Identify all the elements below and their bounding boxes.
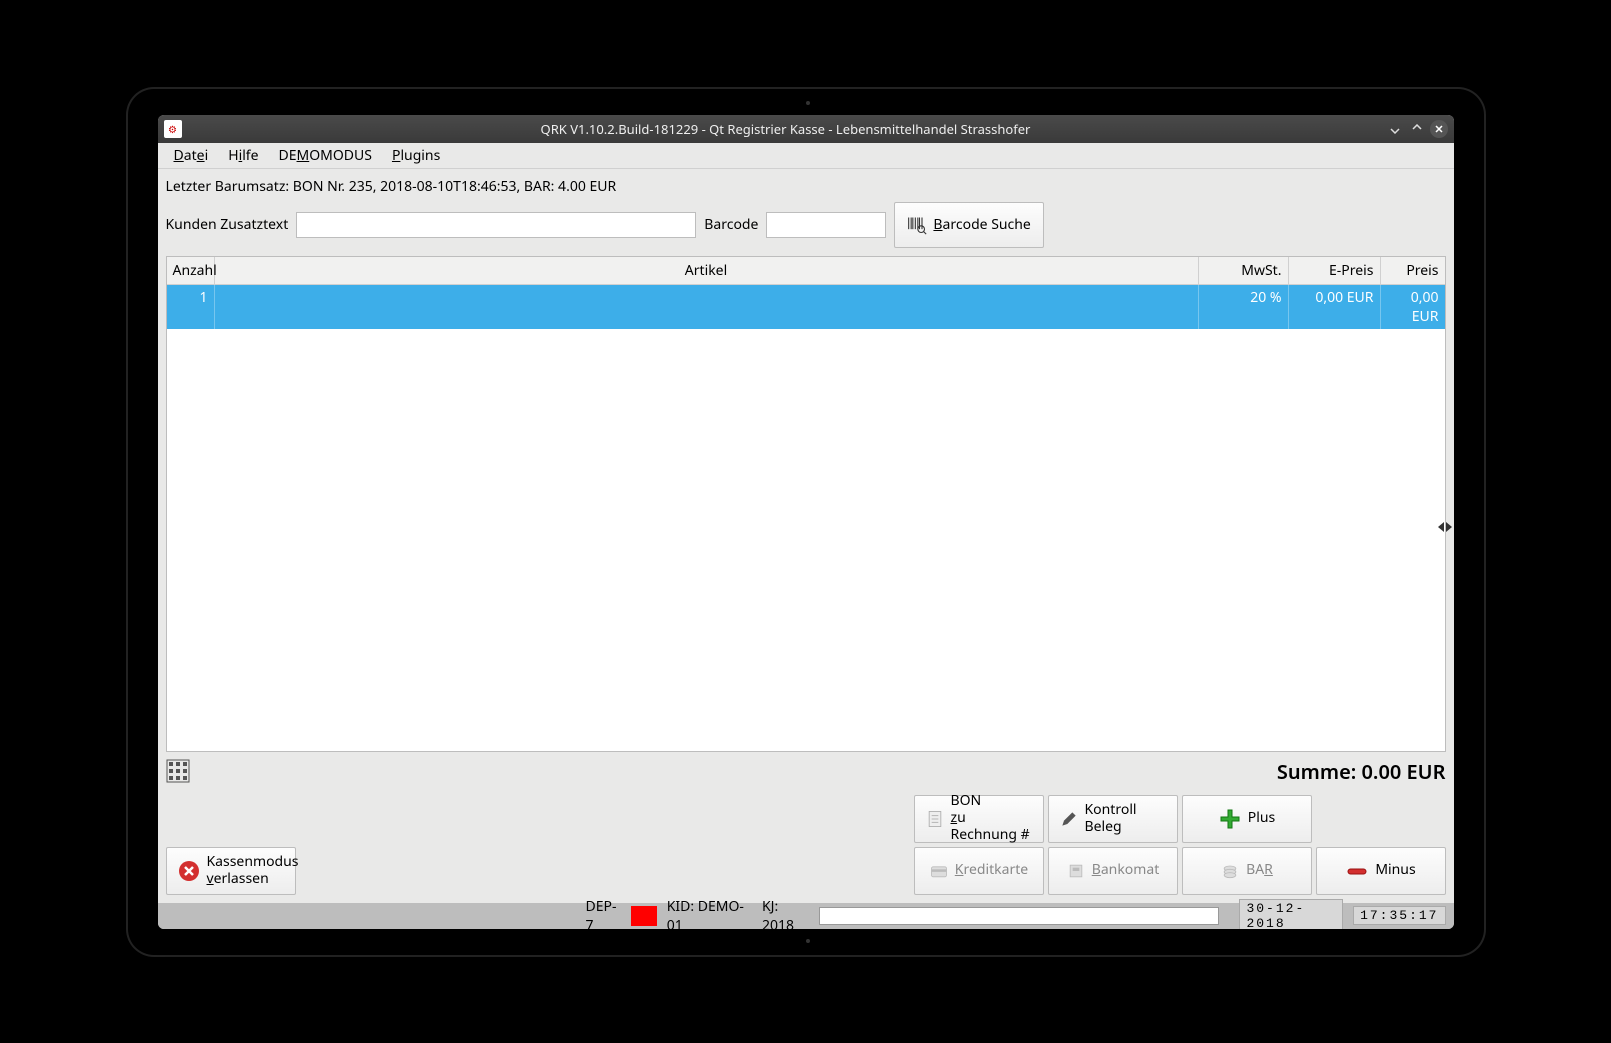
col-preis[interactable]: Preis (1381, 257, 1445, 284)
exit-kassenmodus-button[interactable]: Kassenmodus verlassen (166, 847, 296, 895)
barcode-label: Barcode (704, 215, 758, 234)
cell-artikel[interactable] (215, 285, 1199, 329)
status-time: 17:35:17 (1353, 906, 1445, 925)
plus-label: Plus (1248, 810, 1275, 827)
kontroll-label: Kontroll Beleg (1085, 802, 1167, 836)
maximize-button[interactable] (1408, 120, 1426, 138)
status-indicator (631, 906, 657, 926)
kontroll-beleg-button[interactable]: Kontroll Beleg (1048, 795, 1178, 843)
last-revenue-text: Letzter Barumsatz: BON Nr. 235, 2018-08-… (166, 177, 617, 196)
kunden-label: Kunden Zusatztext (166, 215, 289, 234)
cash-icon (1220, 861, 1240, 881)
col-epreis[interactable]: E-Preis (1289, 257, 1381, 284)
sum-label: Summe: 0.00 EUR (1277, 758, 1446, 785)
close-button[interactable] (1430, 120, 1448, 138)
status-date: 30-12-2018 (1239, 899, 1343, 929)
items-table: Anzahl Artikel MwSt. E-Preis Preis 1 20 … (166, 256, 1446, 752)
col-anzahl[interactable]: Anzahl (167, 257, 215, 284)
menu-datei[interactable]: Datei (164, 144, 219, 167)
barcode-search-button[interactable]: Barcode Suche (894, 202, 1043, 248)
window-title: QRK V1.10.2.Build-181229 - Qt Registrier… (190, 120, 1382, 138)
bon-zu-rechnung-button[interactable]: BON zu Rechnung # (914, 795, 1044, 843)
cell-anzahl[interactable]: 1 (167, 285, 215, 329)
minus-button[interactable]: Minus (1316, 847, 1446, 895)
menu-hilfe[interactable]: Hilfe (218, 144, 268, 167)
barcode-search-label: arcode Suche (943, 215, 1031, 234)
minus-label: Minus (1375, 862, 1415, 879)
col-artikel[interactable]: Artikel (215, 257, 1199, 284)
button-area: Kassenmodus verlassen BON zu Rechnung # (158, 791, 1454, 903)
statusbar: DEP-7 KID: DEMO-01 KJ: 2018 30-12-2018 1… (158, 903, 1454, 929)
pen-icon (1059, 809, 1079, 829)
exit-line1: Kassenmodus (207, 854, 299, 871)
panel-splitter[interactable] (1438, 517, 1452, 537)
bar-button[interactable]: BAR (1182, 847, 1312, 895)
sum-row: Summe: 0.00 EUR (158, 752, 1454, 791)
barcode-icon (907, 215, 927, 235)
barcode-input[interactable] (766, 212, 886, 238)
plus-icon (1218, 807, 1242, 831)
card-icon (929, 861, 949, 881)
receipt-icon (925, 809, 945, 829)
last-revenue-row: Letzter Barumsatz: BON Nr. 235, 2018-08-… (158, 169, 1454, 196)
kreditkarte-button[interactable]: Kreditkarte (914, 847, 1044, 895)
bankomat-button[interactable]: Bankomat (1048, 847, 1178, 895)
menubar: Datei Hilfe DEMOMODUS Plugins (158, 143, 1454, 169)
app-icon: ⚙ (164, 120, 182, 138)
input-row: Kunden Zusatztext Barcode Barcode Suche (158, 196, 1454, 256)
col-mwst[interactable]: MwSt. (1199, 257, 1289, 284)
minus-icon (1345, 859, 1369, 883)
titlebar: ⚙ QRK V1.10.2.Build-181229 - Qt Registri… (158, 115, 1454, 143)
cell-mwst[interactable]: 20 % (1199, 285, 1289, 329)
plus-button[interactable]: Plus (1182, 795, 1312, 843)
minimize-button[interactable] (1386, 120, 1404, 138)
exit-icon (177, 859, 201, 883)
cell-preis[interactable]: 0,00 EUR (1381, 285, 1445, 329)
atm-icon (1066, 861, 1086, 881)
status-dep: DEP-7 (586, 897, 622, 929)
status-progress (819, 907, 1219, 925)
cell-epreis[interactable]: 0,00 EUR (1289, 285, 1381, 329)
table-header: Anzahl Artikel MwSt. E-Preis Preis (167, 257, 1445, 285)
status-kj: KJ: 2018 (762, 897, 809, 929)
table-body[interactable]: 1 20 % 0,00 EUR 0,00 EUR (167, 285, 1445, 751)
table-row[interactable]: 1 20 % 0,00 EUR 0,00 EUR (167, 285, 1445, 329)
menu-plugins[interactable]: Plugins (382, 144, 450, 167)
numpad-button[interactable] (166, 759, 190, 783)
status-kid: KID: DEMO-01 (667, 897, 752, 929)
menu-demomodus[interactable]: DEMOMODUS (269, 144, 382, 167)
kunden-input[interactable] (296, 212, 696, 238)
